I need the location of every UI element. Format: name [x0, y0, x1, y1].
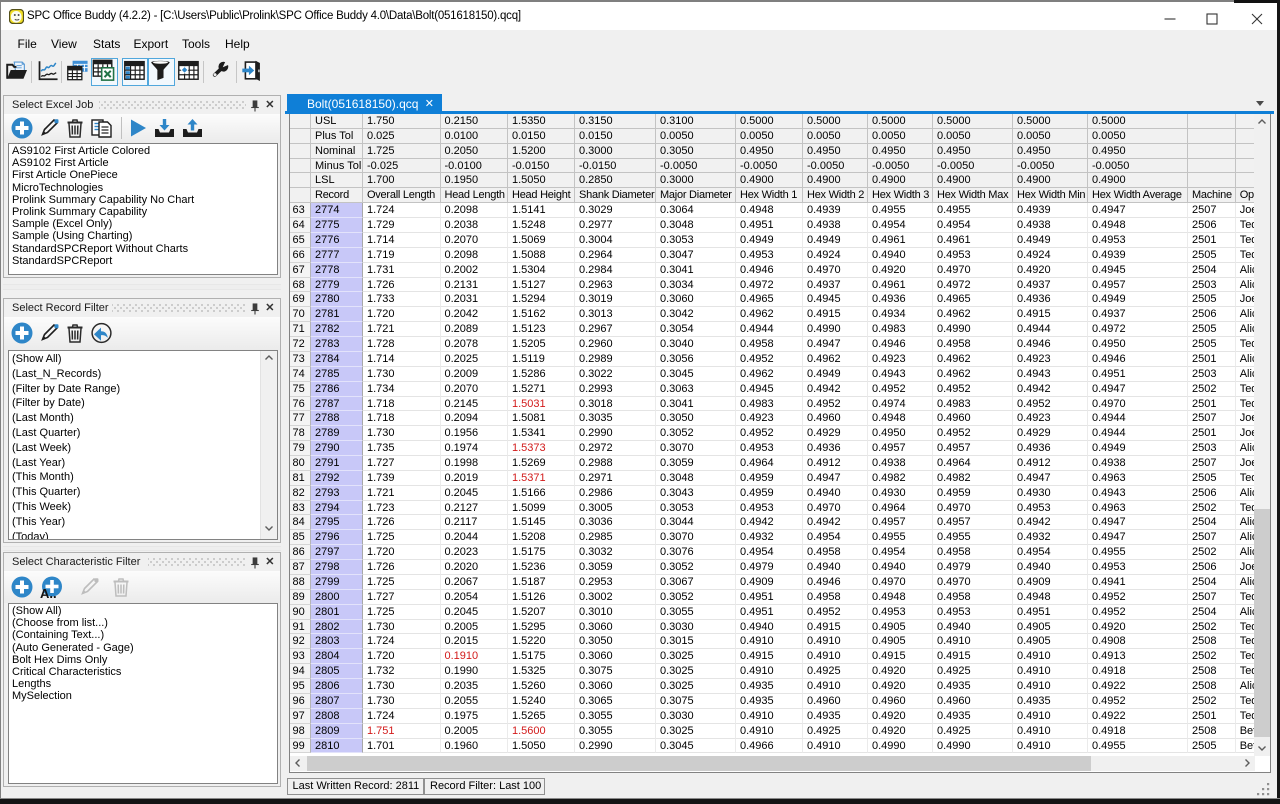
svg-text:A..: A.. [40, 586, 57, 600]
